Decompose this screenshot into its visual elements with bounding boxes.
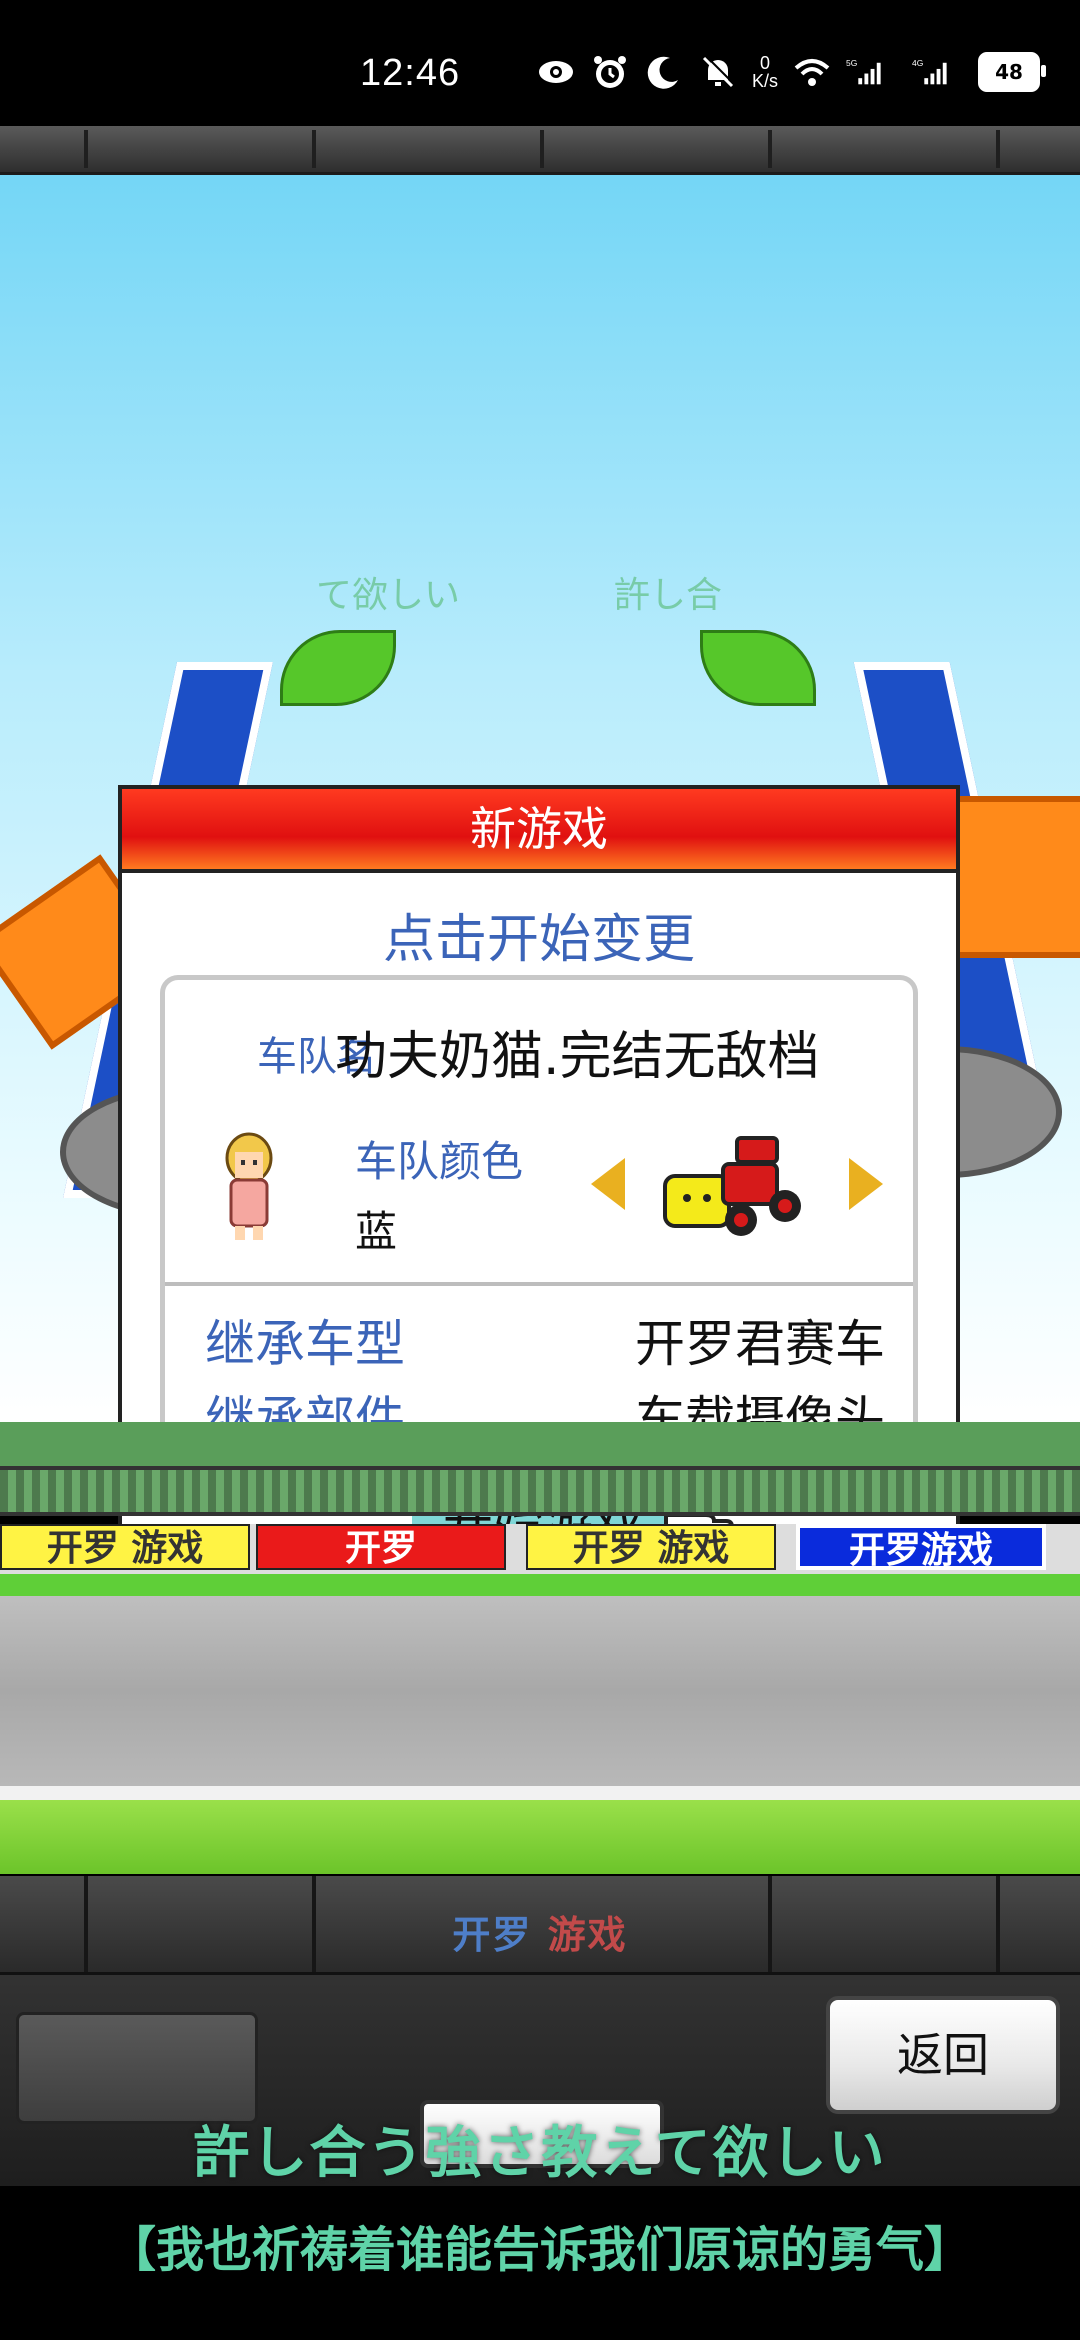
dialog-title: 新游戏 <box>122 789 956 873</box>
team-settings-panel: 车队名 功夫奶猫.完结无敌档 车队颜色 蓝 继承车型 开罗君赛车 继承部件 车载… <box>160 975 918 1457</box>
alarm-icon <box>590 52 630 92</box>
inherit-model-row[interactable]: 继承车型 开罗君赛车 <box>205 1304 885 1373</box>
net-speed-value: 0 <box>759 53 770 73</box>
background-lyric-left: て欲しい <box>316 575 461 616</box>
brand-part-2: 游戏 <box>547 1913 628 1957</box>
bell-off-icon <box>698 52 738 92</box>
top-frame <box>0 126 1080 175</box>
dialog-hint[interactable]: 点击开始变更 <box>122 897 956 972</box>
ad-banners: 开罗 游戏 开罗 开罗 游戏 开罗游戏 <box>0 1524 1080 1574</box>
inherit-model-label: 继承车型 <box>205 1315 405 1373</box>
laurel-leaf-right <box>700 630 816 706</box>
ad-banner: 开罗 <box>256 1524 506 1570</box>
previous-color-arrow-icon[interactable] <box>591 1158 625 1210</box>
car-preview <box>659 1128 809 1248</box>
signal-4g-icon: 4G <box>912 52 964 92</box>
laurel-leaf-left <box>280 630 396 706</box>
brand-part-1: 开罗 <box>452 1913 533 1957</box>
track-line <box>0 1786 1080 1800</box>
back-button[interactable]: 返回 <box>826 1996 1060 2114</box>
signal-5g-label: 5G <box>846 58 857 68</box>
trackside-fence <box>0 1466 1080 1516</box>
ad-banner: 开罗 游戏 <box>0 1524 250 1570</box>
status-icons: 0 K/s 5G 4G 48 <box>536 52 1046 92</box>
brand-bar: 开罗 游戏 <box>0 1876 1080 1975</box>
net-speed: 0 K/s <box>752 54 778 90</box>
subtitle-chinese: 【我也祈祷着谁能告诉我们原谅的勇气】 <box>107 2222 972 2278</box>
brand-logo: 开罗 游戏 <box>0 1904 1080 1959</box>
status-time: 12:46 <box>360 52 461 94</box>
background-lyric-right: 許し合 <box>614 575 723 616</box>
signal-5g-icon: 5G <box>846 52 898 92</box>
game-screen: て欲しい 許し合 新游戏 点击开始变更 车队名 功夫奶猫.完结无敌档 车队颜色 … <box>0 126 1080 2186</box>
logo-orange-right <box>954 796 1080 958</box>
race-track <box>0 1596 1080 1786</box>
team-color-value: 蓝 <box>355 1207 398 1256</box>
battery-indicator: 48 <box>978 52 1046 92</box>
team-color-label: 车队颜色 <box>355 1137 524 1186</box>
inherit-model-value: 开罗君赛车 <box>635 1315 885 1373</box>
driver-avatar <box>217 1132 281 1242</box>
eye-icon <box>536 52 576 92</box>
wifi-icon <box>792 52 832 92</box>
signal-4g-label: 4G <box>912 58 923 68</box>
next-color-arrow-icon[interactable] <box>849 1158 883 1210</box>
status-bar: 12:46 0 K/s 5G 4G 48 <box>0 0 1080 126</box>
infield-grass <box>0 1800 1080 1874</box>
ad-banner: 开罗 游戏 <box>526 1524 776 1570</box>
ad-banner: 开罗游戏 <box>796 1524 1046 1571</box>
net-speed-unit: K/s <box>751 71 778 91</box>
grass-strip <box>0 1574 1080 1596</box>
panel-divider <box>165 1282 913 1286</box>
team-name-value[interactable]: 功夫奶猫.完结无敌档 <box>335 1014 820 1089</box>
subtitle-japanese: 許し合う強さ教えて欲しい <box>193 2121 887 2186</box>
moon-icon <box>644 52 684 92</box>
